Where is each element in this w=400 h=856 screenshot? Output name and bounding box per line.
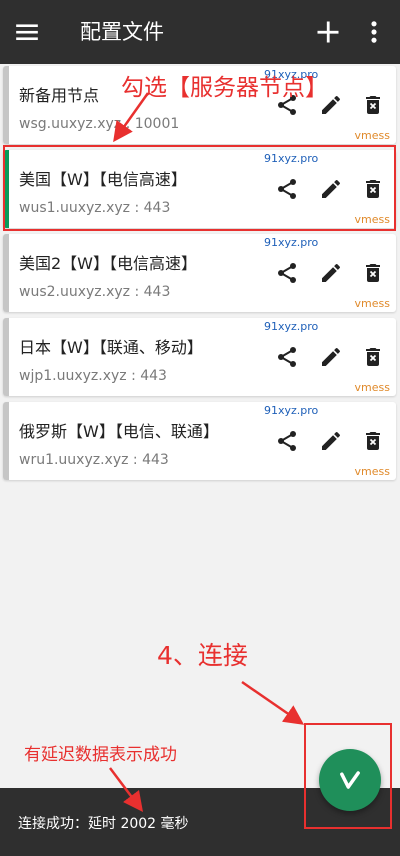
annotation-arrows [109,92,305,812]
arrow-to-status-bar [109,767,143,812]
arrow-to-connect-button [241,680,305,725]
arrow-to-selected-server [113,92,150,143]
